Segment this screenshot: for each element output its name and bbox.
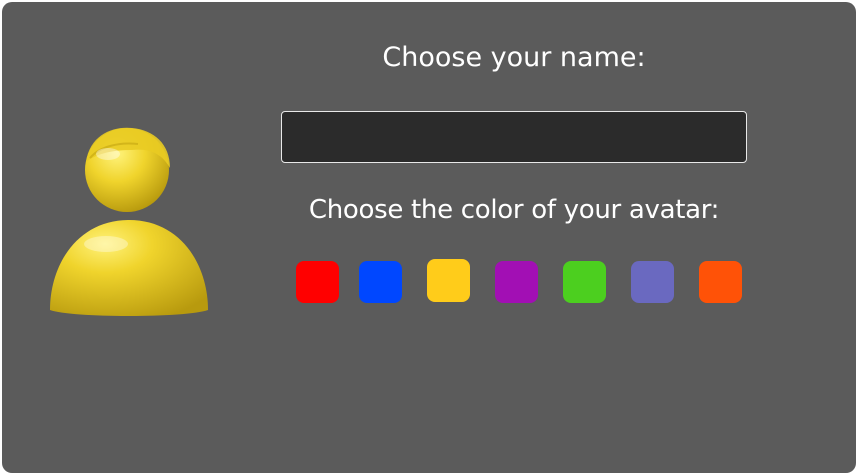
color-swatch-yellow[interactable] bbox=[427, 259, 470, 302]
name-prompt-label: Choose your name: bbox=[382, 42, 646, 73]
color-swatch-blue[interactable] bbox=[359, 261, 402, 303]
avatar-setup-panel: Choose your name: Choose the color of yo… bbox=[2, 2, 856, 473]
color-swatch-purple[interactable] bbox=[495, 261, 538, 303]
color-swatch-green[interactable] bbox=[563, 261, 606, 303]
name-input[interactable] bbox=[281, 111, 747, 163]
color-swatch-red[interactable] bbox=[296, 261, 339, 303]
color-swatch-orange[interactable] bbox=[699, 261, 742, 303]
color-prompt-label: Choose the color of your avatar: bbox=[308, 195, 720, 225]
person-icon bbox=[50, 127, 208, 316]
color-swatch-slate-blue[interactable] bbox=[631, 261, 674, 303]
